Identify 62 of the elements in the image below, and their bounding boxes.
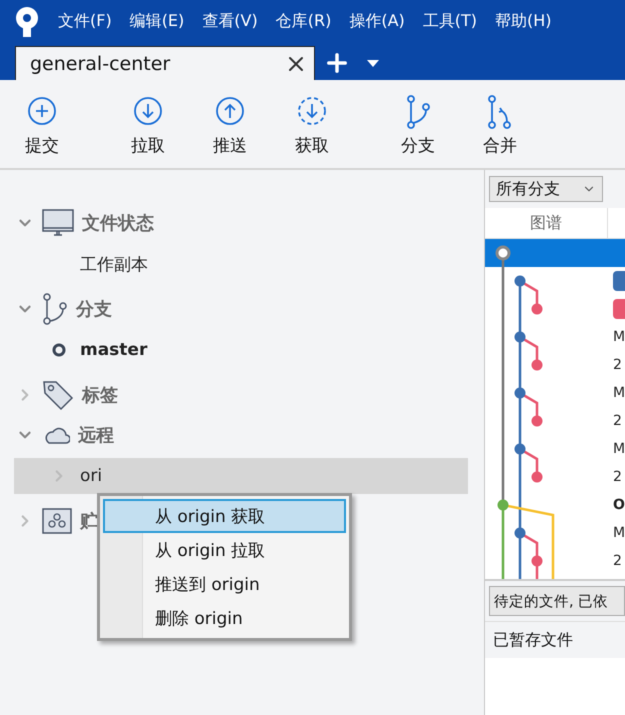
menu-item[interactable]: 操作(A) [349,11,405,32]
app-logo-icon [14,6,40,38]
commit-node[interactable] [514,388,526,398]
staged-files-label: 已暂存文件 [493,630,573,650]
sidebar-item[interactable]: master [14,332,468,368]
commit-node[interactable] [514,276,526,286]
pending-files-button[interactable]: 待定的文件, 已依 [489,586,625,616]
branch-filter-dropdown[interactable]: 所有分支 [489,176,603,202]
arrow-up-circle-icon [214,95,246,127]
section-header[interactable]: 标签 [82,383,118,407]
menu-item[interactable]: 工具(T) [422,11,478,32]
menu-item[interactable]: 推送到 origin [103,567,346,601]
toolbar-button[interactable]: 合并 [466,89,534,159]
menu-item[interactable]: 删除 origin [103,601,346,635]
commit-description: 2 [613,413,622,429]
menu-item[interactable]: 编辑(E) [130,11,184,32]
sidebar-item[interactable]: 工作副本 [14,246,468,282]
menu-item[interactable]: 文件(F) [58,11,112,32]
commit-node[interactable] [498,500,508,510]
commit-node[interactable] [514,444,526,454]
commit-description: M [613,329,625,345]
section-header[interactable]: 文件状态 [82,211,154,235]
commit-description: M [613,385,625,401]
caret-icon [367,60,379,66]
repository-tab[interactable]: general-center [15,46,315,80]
plus-circle-icon [26,95,58,127]
menu-item[interactable]: 查看(V) [202,11,258,32]
commit-description: O [613,497,625,513]
commit-description: M [613,525,625,541]
sidebar-item[interactable]: ori [14,458,468,494]
column-header[interactable]: 图谱 [485,208,608,238]
commit-node[interactable] [514,332,526,342]
commit-node[interactable] [496,246,510,260]
section-header[interactable]: 远程 [78,423,114,447]
commit-node[interactable] [532,360,542,370]
toolbar-button[interactable]: 推送 [196,89,264,159]
toolbar-button[interactable]: 提交 [8,89,76,159]
commit-node[interactable] [532,556,542,566]
commit-node[interactable] [532,472,542,482]
dashed-arrow-down-circle-icon [296,95,328,127]
commit-description: 2 [613,357,622,373]
toolbar-button[interactable]: 分支 [384,89,452,159]
tab-title: general-center [30,52,170,74]
monitor-icon [42,209,74,237]
menu-item[interactable]: 仓库(R) [276,11,332,32]
section-header[interactable]: 贮 [80,509,98,533]
commit-description: 2 [613,553,622,569]
commit-description: 2 [613,469,622,485]
menu-item[interactable]: 帮助(H) [495,11,552,32]
toolbar-button[interactable]: 获取 [278,89,346,159]
menu-item[interactable]: 从 origin 拉取 [103,533,346,567]
branch-icon [42,293,68,325]
tag-icon [42,379,74,411]
commit-description: M [613,441,625,457]
commit-node[interactable] [532,416,542,426]
section-header[interactable]: 分支 [76,297,112,321]
commit-node[interactable] [532,304,542,314]
commit-node[interactable] [514,528,526,538]
arrow-down-circle-icon [132,95,164,127]
toolbar-button[interactable]: 拉取 [114,89,182,159]
stash-icon [42,508,72,534]
menu-item[interactable]: 从 origin 获取 [103,499,346,533]
